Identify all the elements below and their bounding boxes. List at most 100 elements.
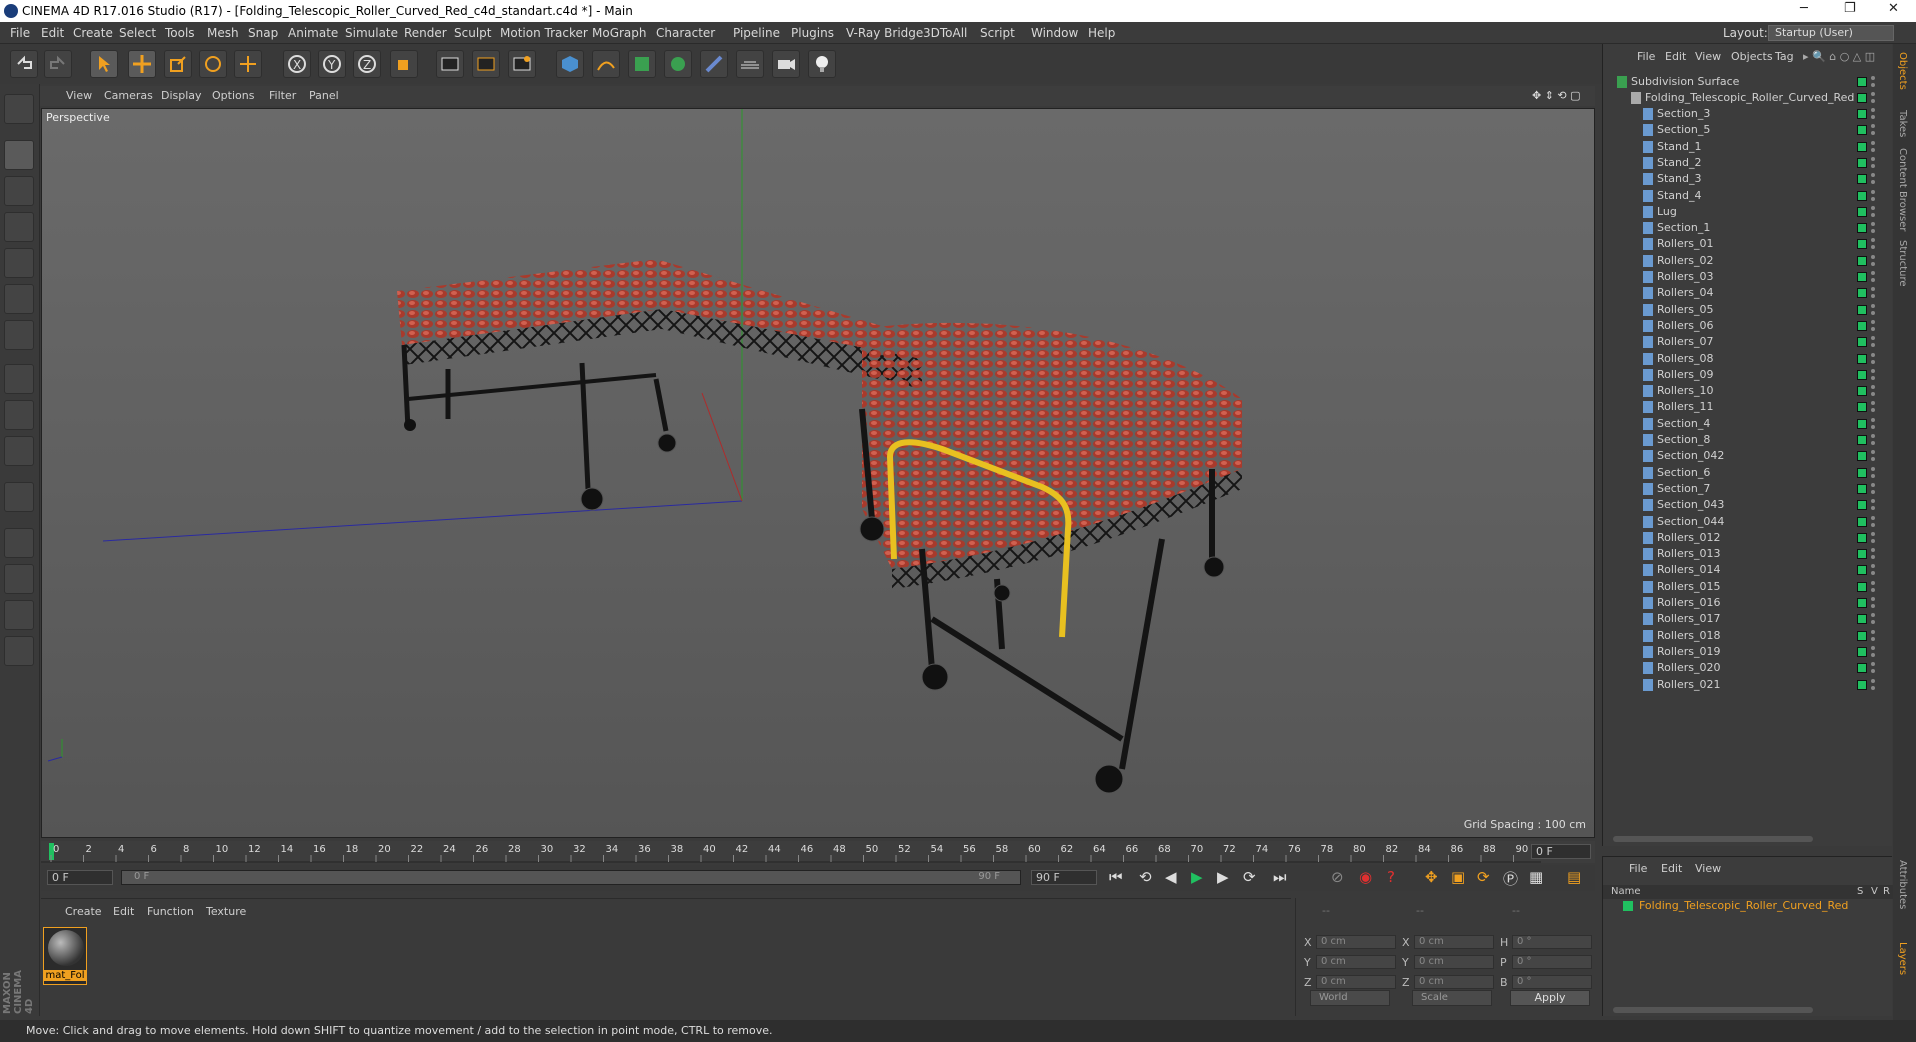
- layer-tag-icon[interactable]: [1857, 418, 1867, 429]
- editor-visibility-dot[interactable]: [1871, 580, 1875, 585]
- viewport-menu-options[interactable]: Options: [212, 89, 254, 102]
- render-visibility-dot[interactable]: [1871, 555, 1875, 560]
- autokey-icon[interactable]: ◉: [1359, 868, 1372, 886]
- python-script-icon[interactable]: [4, 636, 34, 666]
- tab-layers[interactable]: Layers: [1897, 942, 1908, 975]
- key-position-icon[interactable]: ✥: [1425, 868, 1438, 886]
- layer-tag-icon[interactable]: [1857, 549, 1867, 560]
- menu-window[interactable]: Window: [1031, 26, 1078, 40]
- render-visibility-dot[interactable]: [1871, 278, 1875, 282]
- viewport-menu-cameras[interactable]: Cameras: [104, 89, 153, 102]
- editor-visibility-dot[interactable]: [1871, 564, 1875, 569]
- layer-tag-icon[interactable]: [1857, 141, 1867, 152]
- editor-visibility-dot[interactable]: [1871, 629, 1875, 634]
- menu-help[interactable]: Help: [1088, 26, 1115, 40]
- make-editable-icon[interactable]: [4, 94, 34, 124]
- objmgr-h-scrollbar[interactable]: [1613, 836, 1813, 842]
- menu-render[interactable]: Render: [404, 26, 447, 40]
- layer-tag-icon[interactable]: [1857, 614, 1867, 625]
- material-menu-create[interactable]: Create: [65, 905, 102, 918]
- editor-visibility-dot[interactable]: [1871, 140, 1875, 145]
- position-y-field[interactable]: 0 cm: [1316, 955, 1396, 969]
- light-icon[interactable]: [808, 50, 836, 78]
- layer-tag-icon[interactable]: [1857, 369, 1867, 380]
- editor-visibility-dot[interactable]: [1871, 613, 1875, 618]
- rotation-p-field[interactable]: 0 °: [1512, 955, 1592, 969]
- camera-icon[interactable]: [772, 50, 800, 78]
- layer-tag-icon[interactable]: [1857, 386, 1867, 397]
- render-visibility-dot[interactable]: [1871, 326, 1875, 331]
- render-visibility-dot[interactable]: [1871, 408, 1875, 413]
- move-tool-icon[interactable]: [128, 50, 156, 78]
- layer-tag-icon[interactable]: [1857, 174, 1867, 185]
- editor-visibility-dot[interactable]: [1871, 515, 1875, 520]
- menu-create[interactable]: Create: [73, 26, 113, 40]
- menu-snap[interactable]: Snap: [248, 26, 278, 40]
- editor-visibility-dot[interactable]: [1871, 173, 1875, 178]
- render-visibility-dot[interactable]: [1871, 83, 1875, 87]
- layer-tag-icon[interactable]: [1857, 337, 1867, 348]
- key-parameter-icon[interactable]: Ⓟ: [1503, 868, 1518, 889]
- menu-edit[interactable]: Edit: [41, 26, 64, 40]
- key-pla-icon[interactable]: ▦: [1529, 868, 1543, 886]
- layer-tag-icon[interactable]: [1857, 435, 1867, 445]
- editor-visibility-dot[interactable]: [1871, 108, 1875, 112]
- snap-magnet-icon[interactable]: [4, 482, 34, 512]
- layer-tag-icon[interactable]: [1857, 109, 1867, 119]
- editor-visibility-dot[interactable]: [1871, 597, 1875, 601]
- editor-visibility-dot[interactable]: [1871, 156, 1875, 161]
- menu-select[interactable]: Select: [119, 26, 156, 40]
- frame-range-slider[interactable]: 0 F 90 F: [121, 870, 1021, 885]
- editor-visibility-dot[interactable]: [1871, 92, 1875, 96]
- apply-button[interactable]: Apply: [1510, 990, 1590, 1006]
- viewport-menu-display[interactable]: Display: [161, 89, 202, 102]
- menu-script[interactable]: Script: [980, 26, 1015, 40]
- prev-frame-icon[interactable]: ◀: [1165, 868, 1177, 886]
- menu-character[interactable]: Character: [656, 26, 715, 40]
- keyframe-selection-icon[interactable]: ?: [1387, 868, 1395, 886]
- layer-tag-icon[interactable]: [1857, 598, 1867, 608]
- layer-menu-file[interactable]: File: [1629, 862, 1647, 875]
- select-arrow-icon[interactable]: [90, 50, 118, 78]
- layer-tag-icon[interactable]: [1857, 190, 1867, 201]
- menu-vray-bridge[interactable]: V-Ray Bridge: [846, 26, 923, 40]
- layer-menu-edit[interactable]: Edit: [1661, 862, 1682, 875]
- material-menu-texture[interactable]: Texture: [206, 905, 246, 918]
- render-visibility-dot[interactable]: [1871, 180, 1875, 185]
- tab-attributes[interactable]: Attributes: [1897, 860, 1908, 909]
- editor-visibility-dot[interactable]: [1871, 645, 1875, 650]
- menu-motion-tracker[interactable]: Motion Tracker: [500, 26, 588, 40]
- editor-visibility-dot[interactable]: [1871, 76, 1875, 80]
- tab-objects[interactable]: Objects: [1897, 52, 1908, 90]
- render-visibility-dot[interactable]: [1871, 115, 1875, 119]
- layer-tag-icon[interactable]: [1857, 500, 1867, 511]
- undo-icon[interactable]: [10, 50, 38, 78]
- layer-tag-icon[interactable]: [1857, 451, 1867, 462]
- render-visibility-dot[interactable]: [1871, 359, 1875, 364]
- render-visibility-dot[interactable]: [1871, 538, 1875, 543]
- scale-tool-icon[interactable]: [164, 50, 192, 78]
- size-z-field[interactable]: 0 cm: [1414, 975, 1494, 989]
- layer-tag-icon[interactable]: [1857, 516, 1867, 527]
- tab-content-browser[interactable]: Content Browser: [1897, 148, 1908, 231]
- editor-visibility-dot[interactable]: [1871, 531, 1875, 536]
- render-visibility-dot[interactable]: [1871, 441, 1875, 445]
- menu-tools[interactable]: Tools: [165, 26, 195, 40]
- workplane-mode-icon[interactable]: [4, 212, 34, 242]
- layer-item-name[interactable]: Folding_Telescopic_Roller_Curved_Red: [1639, 899, 1848, 912]
- timeline-ruler[interactable]: 0 2 4 6 8 10 12 14 16 18 20 22 24 26 28 30 32 34 36 38 40 42 4…: [41, 841, 1595, 863]
- layer-tag-icon[interactable]: [1857, 679, 1867, 690]
- objmgr-menu-file[interactable]: File: [1637, 50, 1655, 63]
- layer-tag-icon[interactable]: [1857, 581, 1867, 592]
- layer-tag-icon[interactable]: [1857, 239, 1867, 250]
- editor-visibility-dot[interactable]: [1871, 271, 1875, 275]
- objmgr-menu-objects[interactable]: Objects: [1731, 50, 1773, 63]
- material-menu-function[interactable]: Function: [147, 905, 194, 918]
- position-x-field[interactable]: 0 cm: [1316, 935, 1396, 949]
- viewport-menu-panel[interactable]: Panel: [309, 89, 339, 102]
- tab-takes[interactable]: Takes: [1897, 110, 1908, 137]
- menu-simulate[interactable]: Simulate: [345, 26, 398, 40]
- objmgr-menu-tag[interactable]: Tag: [1775, 50, 1794, 63]
- restore-icon[interactable]: ❐: [1844, 1, 1856, 16]
- layer-tag-icon[interactable]: [1857, 565, 1867, 576]
